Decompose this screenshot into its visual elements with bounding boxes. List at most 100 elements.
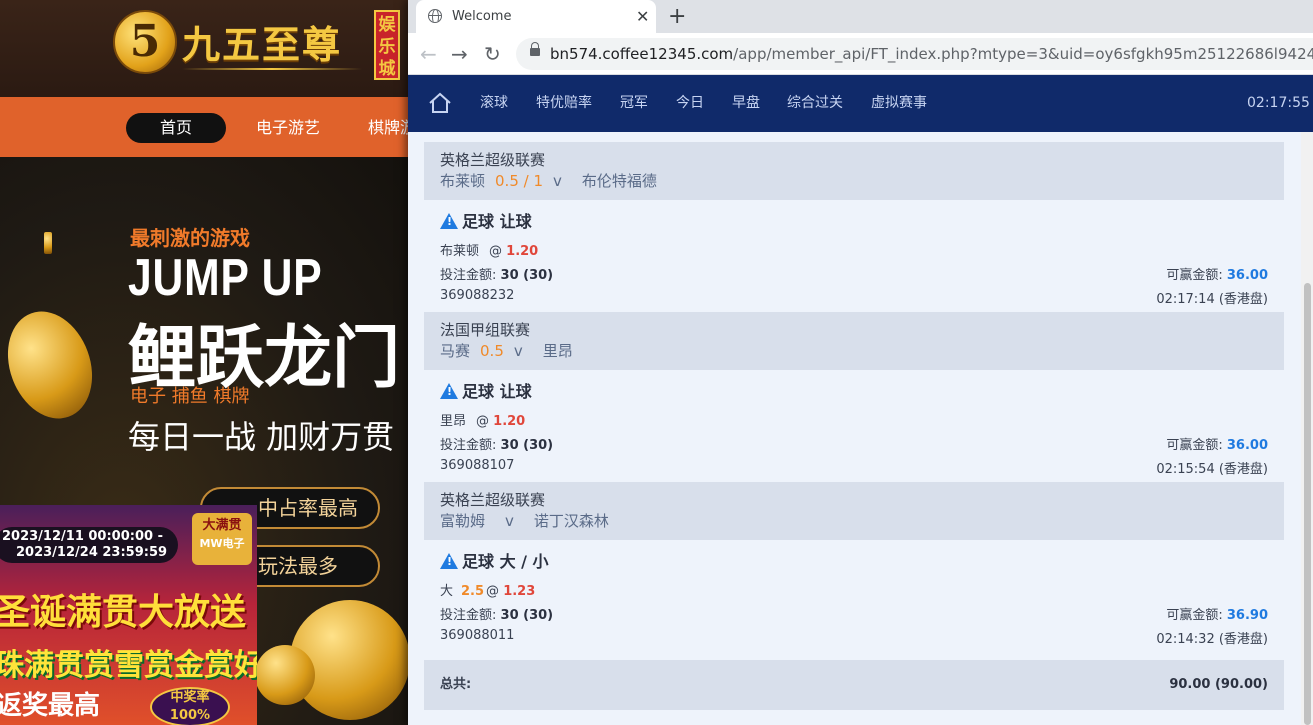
promo-headline: 圣诞满贯大放送	[0, 592, 247, 633]
win-label: 可赢金额:	[1166, 438, 1223, 453]
bet-type: 足球 让球	[440, 378, 532, 402]
top-navigation: 滚球 特优赔率 冠军 今日 早盘 综合过关 虚拟赛事 02:17:55	[408, 75, 1313, 132]
warning-icon	[440, 383, 458, 399]
bet-time: 02:17:14 (香港盘)	[1156, 292, 1268, 307]
bet-type: 足球 大 / 小	[440, 548, 549, 572]
stake-value: 30 (30)	[500, 268, 554, 283]
selection: 大 2.5 @ 1.23	[440, 580, 535, 599]
hero-slogan: 每日一战 加财万贯	[128, 418, 395, 456]
stake: 投注金额: 30 (30)	[440, 434, 553, 453]
bet-header: 英格兰超级联赛 布莱顿 0.5 / 1 v 布伦特福德	[424, 142, 1284, 200]
url-path: /app/member_api/FT_index.php?mtype=3&uid…	[733, 45, 1313, 63]
handicap: 0.5 / 1	[495, 172, 544, 190]
casino-nav-cards[interactable]: 棋牌游	[368, 113, 410, 143]
back-arrow-icon[interactable]: ←	[420, 33, 437, 75]
odds-prefix: @	[476, 414, 490, 429]
home-team: 马赛	[440, 342, 471, 360]
nav-early[interactable]: 早盘	[732, 75, 760, 132]
ticket-number: 369088011	[440, 628, 515, 643]
odds: 1.20	[506, 244, 539, 259]
potential-win: 可赢金额: 36.90	[1166, 604, 1268, 623]
match-line: 富勒姆 v 诺丁汉森林	[440, 510, 1268, 532]
home-icon[interactable]	[428, 92, 452, 114]
odds-prefix: @	[486, 584, 500, 599]
ticket-number: 369088107	[440, 458, 515, 473]
nav-today[interactable]: 今日	[676, 75, 704, 132]
warning-icon	[440, 213, 458, 229]
forward-arrow-icon[interactable]: →	[451, 33, 468, 75]
reload-icon[interactable]: ↻	[484, 33, 501, 75]
tab-title: Welcome	[452, 9, 512, 24]
bet-list: 英格兰超级联赛 布莱顿 0.5 / 1 v 布伦特福德 足球 让球 布莱顿 @ 1.20…	[408, 132, 1301, 725]
away-team: 里昂	[542, 342, 573, 360]
casino-nav-home[interactable]: 首页	[126, 113, 226, 143]
versus: v	[553, 172, 562, 190]
warning-icon	[440, 553, 458, 569]
promo-badge: 中奖率 100%	[150, 687, 230, 725]
stake-label: 投注金额:	[440, 608, 497, 623]
bet-card: 英格兰超级联赛 富勒姆 v 诺丁汉森林 足球 大 / 小 大 2.5@ 1.23 投注…	[424, 482, 1284, 652]
home-team: 富勒姆	[440, 512, 486, 530]
tab-bar: Welcome ✕ +	[408, 0, 1313, 33]
nav-virtual[interactable]: 虚拟赛事	[871, 75, 927, 132]
bet-type: 足球 让球	[440, 208, 532, 232]
promo-date-start: 2023/12/11 00:00:00 -	[2, 529, 163, 544]
league-name: 英格兰超级联赛	[440, 151, 546, 169]
close-icon[interactable]: ✕	[636, 0, 649, 33]
bet-type-label: 足球 大 / 小	[462, 552, 549, 571]
address-bar: ← → ↻ bn574.coffee12345.com/app/member_a…	[408, 33, 1313, 75]
selection-name: 大	[440, 584, 454, 599]
win-label: 可赢金额:	[1166, 608, 1223, 623]
promo-subline: 珠满贯赏雪赏金赏好礼	[0, 648, 257, 683]
scrollbar[interactable]	[1301, 132, 1313, 725]
stake-value: 30 (30)	[500, 608, 554, 623]
tab-welcome[interactable]: Welcome ✕	[416, 0, 656, 33]
clock: 02:17:55	[1247, 95, 1310, 111]
promo-banner[interactable]: 2023/12/11 00:00:00 - 2023/12/24 23:59:5…	[0, 505, 257, 725]
stake-label: 投注金额:	[440, 438, 497, 453]
total-line: 2.5	[461, 584, 485, 599]
background-casino-site: 5 九五至尊 娱乐城 首页 电子游艺 棋牌游 最刺激的游戏 JUMP UP 鲤跃…	[0, 0, 410, 725]
odds: 1.20	[493, 414, 526, 429]
stake-value: 30 (30)	[500, 438, 554, 453]
stake: 投注金额: 30 (30)	[440, 604, 553, 623]
win-value: 36.00	[1226, 268, 1268, 283]
bet-header: 法国甲组联赛 马赛 0.5 v 里昂	[424, 312, 1284, 370]
scrollbar-thumb[interactable]	[1304, 283, 1311, 725]
casino-nav-egames[interactable]: 电子游艺	[256, 113, 320, 143]
casino-logo-mark: 5	[113, 10, 177, 74]
league-name: 英格兰超级联赛	[440, 491, 546, 509]
coin-decoration	[44, 232, 52, 254]
total-label: 总共:	[440, 677, 472, 692]
promo-reward-text: 返奖最高	[0, 691, 101, 721]
browser-window: Welcome ✕ + ← → ↻ bn574.coffee12345.com/…	[408, 0, 1313, 725]
nav-special-odds[interactable]: 特优赔率	[536, 75, 592, 132]
promo-brand-logo: 大满贯 MW电子	[192, 513, 252, 565]
globe-icon	[428, 9, 442, 23]
potential-win: 可赢金额: 36.00	[1166, 264, 1268, 283]
handicap: 0.5	[480, 342, 504, 360]
versus: v	[505, 512, 514, 530]
coin-decoration	[255, 645, 315, 705]
nav-inplay[interactable]: 滚球	[480, 75, 508, 132]
ticket-number: 369088232	[440, 288, 515, 303]
bet-card: 法国甲组联赛 马赛 0.5 v 里昂 足球 让球 里昂 @ 1.20 投注金额: 30 …	[424, 312, 1284, 482]
away-team: 诺丁汉森林	[533, 512, 609, 530]
logo-divider	[182, 68, 362, 70]
odds: 1.23	[503, 584, 536, 599]
league-name: 法国甲组联赛	[440, 321, 531, 339]
match-line: 布莱顿 0.5 / 1 v 布伦特福德	[440, 170, 1268, 192]
win-value: 36.00	[1226, 438, 1268, 453]
nav-outright[interactable]: 冠军	[620, 75, 648, 132]
selection-name: 里昂	[440, 414, 467, 429]
url-input[interactable]: bn574.coffee12345.com/app/member_api/FT_…	[516, 38, 1313, 70]
home-team: 布莱顿	[440, 172, 486, 190]
nav-parlay[interactable]: 综合过关	[787, 75, 843, 132]
versus: v	[513, 342, 523, 360]
win-value: 36.90	[1226, 608, 1268, 623]
hero-title: JUMP UP	[128, 249, 323, 307]
bet-header: 英格兰超级联赛 富勒姆 v 诺丁汉森林	[424, 482, 1284, 540]
new-tab-icon[interactable]: +	[668, 0, 686, 33]
bet-time: 02:14:32 (香港盘)	[1156, 632, 1268, 647]
odds-prefix: @	[489, 244, 503, 259]
